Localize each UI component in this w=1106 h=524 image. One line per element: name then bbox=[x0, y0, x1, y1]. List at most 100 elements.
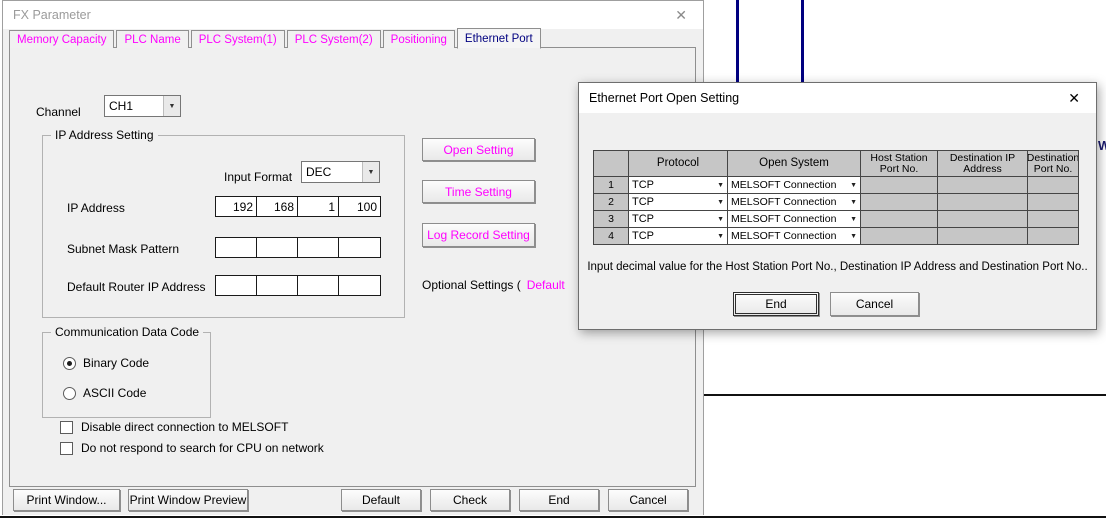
background-text-fragment: W bbox=[1098, 138, 1106, 154]
tab-memory-capacity[interactable]: Memory Capacity bbox=[9, 30, 114, 48]
host-station-port-cell[interactable] bbox=[861, 177, 938, 194]
destination-ip-cell[interactable] bbox=[938, 228, 1028, 245]
modal-titlebar[interactable]: Ethernet Port Open Setting ✕ bbox=[579, 83, 1096, 113]
open-system-header: Open System bbox=[728, 151, 861, 177]
ip-address-input[interactable]: 192 168 1 100 bbox=[215, 196, 381, 217]
checkbox-icon[interactable] bbox=[60, 442, 73, 455]
open-system-dropdown[interactable]: MELSOFT Connection▼ bbox=[728, 194, 861, 211]
fx-dialog-title: FX Parameter bbox=[13, 8, 91, 22]
destination-port-cell[interactable] bbox=[1028, 177, 1079, 194]
ladder-rail-line bbox=[801, 0, 804, 88]
radio-icon[interactable] bbox=[63, 387, 76, 400]
open-system-dropdown[interactable]: MELSOFT Connection▼ bbox=[728, 177, 861, 194]
background-rung-line bbox=[704, 394, 1106, 396]
fx-titlebar[interactable]: FX Parameter ✕ bbox=[3, 1, 703, 29]
check-button[interactable]: Check bbox=[430, 489, 510, 511]
close-icon[interactable]: ✕ bbox=[1062, 89, 1086, 107]
ip-address-setting-group: IP Address Setting Input Format DEC ▼ IP… bbox=[42, 135, 405, 318]
chevron-down-icon: ▼ bbox=[163, 96, 180, 116]
destination-ip-cell[interactable] bbox=[938, 211, 1028, 228]
comm-group-title: Communication Data Code bbox=[51, 325, 203, 339]
host-station-port-cell[interactable] bbox=[861, 194, 938, 211]
tab-ethernet-port[interactable]: Ethernet Port bbox=[457, 28, 541, 49]
log-record-setting-button[interactable]: Log Record Setting bbox=[422, 223, 535, 247]
do-not-respond-search-label: Do not respond to search for CPU on netw… bbox=[81, 441, 324, 455]
ascii-code-radio[interactable]: ASCII Code bbox=[63, 386, 146, 400]
input-format-select[interactable]: DEC ▼ bbox=[301, 161, 380, 183]
destination-port-cell[interactable] bbox=[1028, 194, 1079, 211]
decimal-input-note: Input decimal value for the Host Station… bbox=[579, 261, 1096, 273]
ip-address-label: IP Address bbox=[67, 201, 125, 215]
chevron-down-icon: ▼ bbox=[850, 180, 857, 191]
row-number: 4 bbox=[594, 228, 629, 245]
tab-plc-system-1[interactable]: PLC System(1) bbox=[191, 30, 285, 48]
protocol-dropdown[interactable]: TCP▼ bbox=[629, 211, 728, 228]
protocol-dropdown[interactable]: TCP▼ bbox=[629, 228, 728, 245]
protocol-header: Protocol bbox=[629, 151, 728, 177]
tab-plc-name[interactable]: PLC Name bbox=[116, 30, 188, 48]
binary-code-label: Binary Code bbox=[83, 356, 149, 370]
destination-ip-cell[interactable] bbox=[938, 177, 1028, 194]
tab-plc-system-2[interactable]: PLC System(2) bbox=[287, 30, 381, 48]
default-router-label: Default Router IP Address bbox=[67, 280, 206, 294]
subnet-mask-input[interactable] bbox=[215, 237, 381, 258]
host-station-port-cell[interactable] bbox=[861, 211, 938, 228]
ip-group-title: IP Address Setting bbox=[51, 128, 158, 142]
open-system-dropdown[interactable]: MELSOFT Connection▼ bbox=[728, 211, 861, 228]
ethernet-port-open-setting-dialog: Ethernet Port Open Setting ✕ Protocol Op… bbox=[578, 82, 1097, 330]
optional-settings-label: Optional Settings ( bbox=[422, 278, 521, 292]
chevron-down-icon: ▼ bbox=[850, 197, 857, 208]
chevron-down-icon: ▼ bbox=[717, 214, 724, 225]
binary-code-radio[interactable]: Binary Code bbox=[63, 356, 149, 370]
fx-tabstrip: Memory Capacity PLC Name PLC System(1) P… bbox=[9, 28, 543, 48]
ascii-code-label: ASCII Code bbox=[83, 386, 146, 400]
background-window-edge bbox=[0, 516, 1106, 518]
subnet-mask-label: Subnet Mask Pattern bbox=[67, 242, 179, 256]
modal-cancel-button[interactable]: Cancel bbox=[830, 292, 919, 316]
optional-settings-default-link[interactable]: Default bbox=[527, 278, 565, 292]
chevron-down-icon: ▼ bbox=[717, 197, 724, 208]
modal-title: Ethernet Port Open Setting bbox=[589, 91, 739, 105]
chevron-down-icon: ▼ bbox=[850, 231, 857, 242]
host-station-port-header: Host Station Port No. bbox=[861, 151, 938, 177]
channel-label: Channel bbox=[36, 105, 81, 119]
destination-ip-cell[interactable] bbox=[938, 194, 1028, 211]
print-window-preview-button[interactable]: Print Window Preview bbox=[128, 489, 248, 511]
communication-data-code-group: Communication Data Code Binary Code ASCI… bbox=[42, 332, 211, 418]
cancel-button[interactable]: Cancel bbox=[608, 489, 688, 511]
radio-icon[interactable] bbox=[63, 357, 76, 370]
input-format-label: Input Format bbox=[224, 170, 292, 184]
end-button[interactable]: End bbox=[519, 489, 599, 511]
chevron-down-icon: ▼ bbox=[717, 180, 724, 191]
row-number: 3 bbox=[594, 211, 629, 228]
protocol-dropdown[interactable]: TCP▼ bbox=[629, 194, 728, 211]
chevron-down-icon: ▼ bbox=[850, 214, 857, 225]
chevron-down-icon: ▼ bbox=[362, 162, 379, 182]
open-setting-table: Protocol Open System Host Station Port N… bbox=[593, 150, 1079, 245]
do-not-respond-search-checkbox[interactable]: Do not respond to search for CPU on netw… bbox=[60, 441, 324, 455]
row-number: 1 bbox=[594, 177, 629, 194]
ladder-rail-line bbox=[736, 0, 739, 88]
print-window-button[interactable]: Print Window... bbox=[13, 489, 120, 511]
disable-direct-connection-label: Disable direct connection to MELSOFT bbox=[81, 420, 288, 434]
channel-select[interactable]: CH1 ▼ bbox=[104, 95, 181, 117]
tab-positioning[interactable]: Positioning bbox=[383, 30, 455, 48]
open-setting-button[interactable]: Open Setting bbox=[422, 138, 535, 161]
destination-port-cell[interactable] bbox=[1028, 211, 1079, 228]
disable-direct-connection-checkbox[interactable]: Disable direct connection to MELSOFT bbox=[60, 420, 288, 434]
destination-ip-header: Destination IP Address bbox=[938, 151, 1028, 177]
destination-port-cell[interactable] bbox=[1028, 228, 1079, 245]
modal-end-button[interactable]: End bbox=[733, 292, 819, 316]
time-setting-button[interactable]: Time Setting bbox=[422, 180, 535, 203]
open-system-dropdown[interactable]: MELSOFT Connection▼ bbox=[728, 228, 861, 245]
close-icon[interactable]: ✕ bbox=[669, 6, 693, 24]
default-router-input[interactable] bbox=[215, 275, 381, 296]
row-number: 2 bbox=[594, 194, 629, 211]
chevron-down-icon: ▼ bbox=[717, 231, 724, 242]
corner-header-cell bbox=[594, 151, 629, 177]
protocol-dropdown[interactable]: TCP▼ bbox=[629, 177, 728, 194]
default-button[interactable]: Default bbox=[341, 489, 421, 511]
destination-port-header: Destination Port No. bbox=[1028, 151, 1079, 177]
host-station-port-cell[interactable] bbox=[861, 228, 938, 245]
checkbox-icon[interactable] bbox=[60, 421, 73, 434]
